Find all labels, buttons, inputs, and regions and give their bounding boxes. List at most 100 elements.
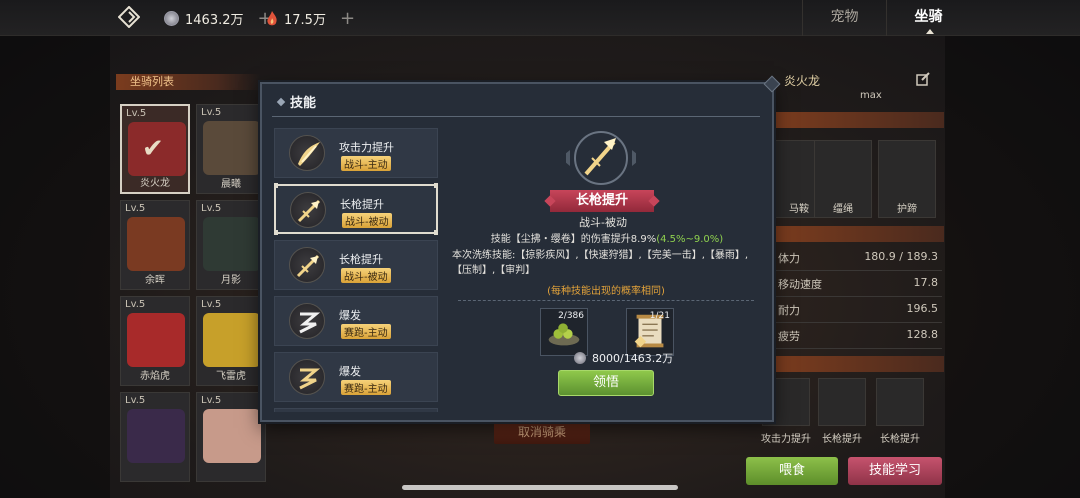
diamond-icon: [276, 97, 286, 106]
skill-tag: 战斗-被动: [342, 213, 392, 228]
skill-list-item[interactable]: 爆发 赛跑-主动: [274, 296, 438, 346]
mount-skill-slot[interactable]: 长枪提升: [816, 378, 868, 448]
refine-pool-text: 本次洗练技能:【掠影疾风】,【快速狩猎】,【完美一击】,【暴雨】,【压制】,【审…: [452, 250, 749, 276]
mount-card[interactable]: Lv.5 晨曦: [196, 104, 266, 194]
cost-display: 8000/1463.2万: [574, 350, 673, 366]
mount-portrait: [203, 217, 261, 271]
stat-label: 体力: [778, 252, 800, 265]
tab-pets[interactable]: 宠物: [802, 0, 886, 36]
skill-list-item[interactable]: 长枪提升 战斗-被动: [274, 240, 438, 290]
checkmark-icon: ✔: [142, 134, 164, 164]
comprehend-button[interactable]: 领悟: [558, 370, 654, 396]
mount-level: Lv.5: [201, 299, 222, 310]
skill-icon-box: [818, 378, 866, 426]
spear-icon: [290, 192, 326, 228]
stat-label: 耐力: [778, 304, 800, 317]
feed-button[interactable]: 喂食: [746, 457, 838, 485]
skill-list-item[interactable]: 爆发 赛跑-主动: [274, 352, 438, 402]
edit-icon[interactable]: [916, 72, 930, 86]
skill-list-item[interactable]: [274, 408, 438, 412]
material-slot[interactable]: 2/386: [540, 308, 588, 356]
mount-name: 余晖: [145, 275, 165, 286]
add-fire-icon[interactable]: +: [340, 8, 355, 29]
mount-card[interactable]: Lv.5 飞雷虎: [196, 296, 266, 386]
section-bar: [774, 356, 944, 372]
mount-portrait: [127, 409, 185, 463]
mount-portrait: [127, 313, 185, 367]
top-tabs: 宠物 坐骑: [802, 0, 970, 36]
equip-slot[interactable]: 缰绳: [814, 140, 872, 218]
right-edge-shade: [945, 36, 1080, 498]
silver-resource: 1463.2万 +: [164, 8, 273, 29]
skill-learn-button[interactable]: 技能学习: [848, 457, 942, 485]
mount-name: 飞雷虎: [216, 371, 246, 382]
stat-row: 移动速度 17.8: [774, 272, 942, 297]
skill-list-item[interactable]: 攻击力提升 战斗-主动: [274, 128, 438, 178]
mount-portrait: [203, 313, 261, 367]
mount-skill-slot[interactable]: 长枪提升: [874, 378, 926, 448]
equip-label: 缰绳: [833, 204, 853, 215]
cancel-ride-button[interactable]: 取消骑乘: [494, 420, 590, 444]
skill-list: 攻击力提升 战斗-主动 长枪提升 战斗-被动 长枪提升 战斗-被动 爆发 赛跑-…: [274, 128, 438, 412]
stat-row: 体力 180.9 / 189.3: [774, 246, 942, 271]
fire-icon: [267, 10, 277, 25]
skill-tag: 战斗-主动: [341, 156, 391, 171]
material-count: 2/386: [558, 311, 584, 321]
mount-level: Lv.5: [126, 108, 147, 119]
skill-name-banner: 长枪提升: [550, 190, 654, 212]
section-bar: [774, 226, 944, 242]
mount-card[interactable]: Lv.5 赤焰虎: [120, 296, 190, 386]
mount-level: Lv.5: [125, 395, 146, 406]
mount-portrait: [203, 409, 261, 463]
skill-list-item[interactable]: 长枪提升 战斗-被动: [274, 183, 438, 235]
modal-title: 技能: [276, 92, 317, 111]
mount-name: 赤焰虎: [140, 371, 170, 382]
stat-row: 疲劳 128.8: [774, 324, 942, 349]
mount-portrait: [127, 217, 185, 271]
mount-level: Lv.5: [201, 395, 222, 406]
mount-list-header: 坐骑列表: [116, 74, 260, 90]
skill-tag: 战斗-被动: [341, 268, 391, 283]
attack-boost-icon: [289, 135, 325, 171]
mount-level: Lv.5: [125, 299, 146, 310]
material-slot[interactable]: 1/21: [626, 308, 674, 356]
menu-logo-icon[interactable]: [118, 6, 140, 28]
skill-subtag: 战斗-被动: [579, 216, 627, 229]
skill-name: 爆发: [339, 365, 361, 378]
skill-icon-box: [876, 378, 924, 426]
stat-label: 疲劳: [778, 330, 800, 343]
mount-name: 月影: [221, 275, 241, 286]
probability-hint: (每种技能出现的概率相同): [547, 286, 665, 297]
effect-main: 技能【尘拂・缨卷】的伤害提升8.9%: [490, 234, 657, 245]
skill-name: 攻击力提升: [339, 141, 394, 154]
left-edge-shade: [0, 36, 110, 498]
home-indicator[interactable]: [402, 485, 678, 490]
mount-level: Lv.5: [125, 203, 146, 214]
modal-title-text: 技能: [290, 96, 317, 111]
mount-card[interactable]: Lv.5: [120, 392, 190, 482]
spear-large-icon: [566, 131, 636, 185]
effect-range: (4.5%~9.0%): [656, 234, 724, 245]
stat-row: 耐力 196.5: [774, 298, 942, 323]
mount-portrait: [203, 121, 261, 175]
selection-corner: [274, 183, 278, 188]
dashed-divider: [458, 300, 754, 301]
mount-level: Lv.5: [201, 203, 222, 214]
mount-card[interactable]: Lv.5: [196, 392, 266, 482]
mount-card[interactable]: Lv.5 余晖: [120, 200, 190, 290]
stat-value: 196.5: [906, 302, 939, 315]
equip-label: 护蹄: [897, 204, 917, 215]
selection-corner: [274, 230, 278, 235]
equip-slot[interactable]: 护蹄: [878, 140, 936, 218]
cost-text: 8000/1463.2万: [592, 352, 674, 365]
skill-label: 攻击力提升: [761, 434, 811, 445]
level-max: max: [860, 90, 882, 101]
skill-name: 长枪提升: [340, 198, 384, 211]
burst-icon: [289, 303, 325, 339]
selection-corner: [434, 183, 438, 188]
skill-tag: 赛跑-主动: [341, 380, 391, 395]
mount-card[interactable]: Lv.5 月影: [196, 200, 266, 290]
mount-card[interactable]: Lv.5 ✔ 炎火龙: [120, 104, 190, 194]
silver-coin-icon: [574, 352, 586, 364]
tab-mounts[interactable]: 坐骑: [886, 0, 970, 36]
